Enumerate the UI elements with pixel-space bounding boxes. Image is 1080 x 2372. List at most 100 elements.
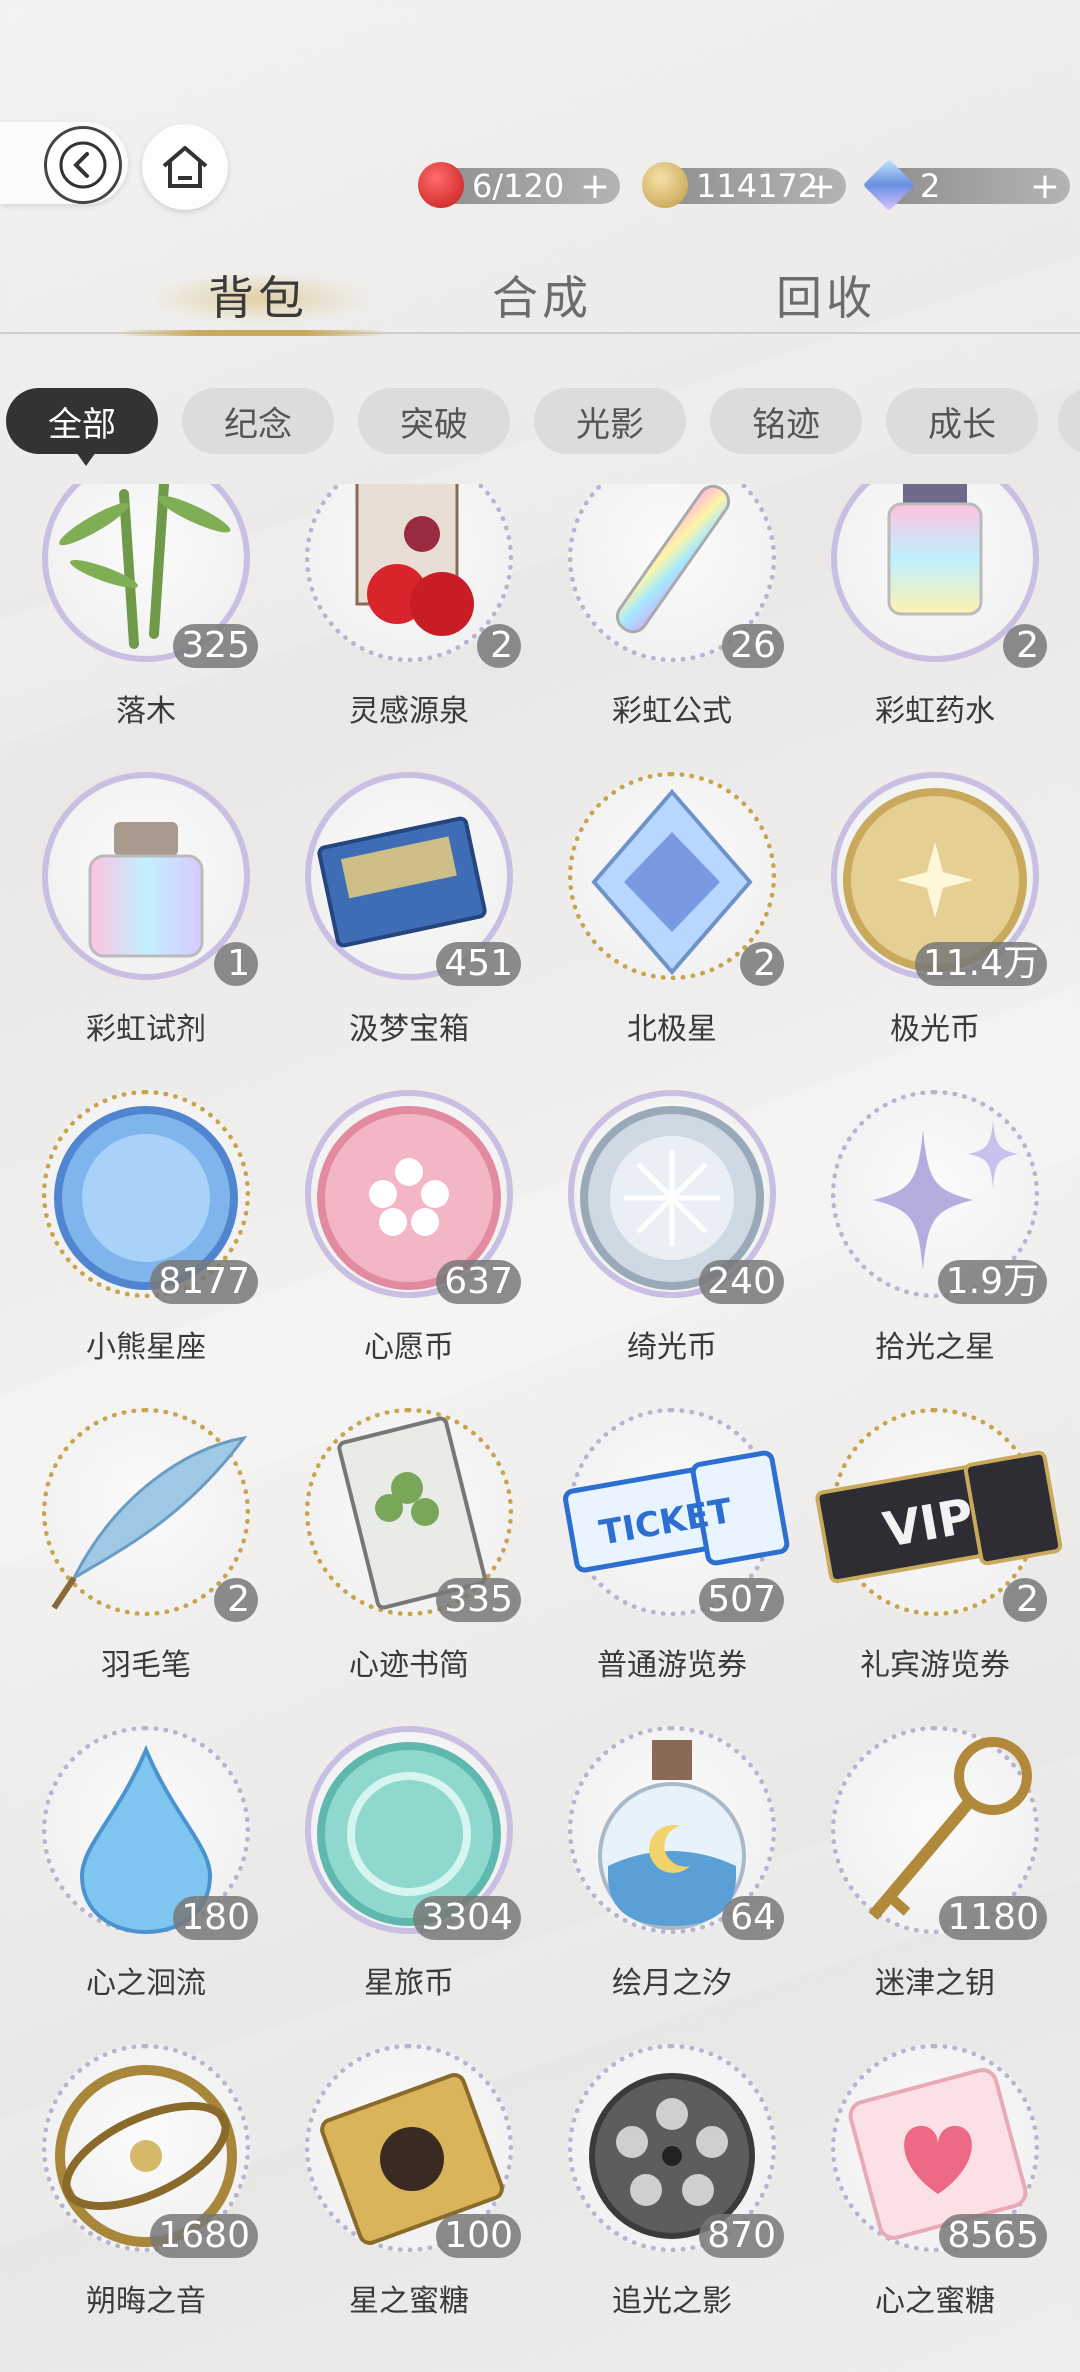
resource-diamonds: 2 + <box>862 158 1070 212</box>
item-name: 普通游览券 <box>597 1648 747 1683</box>
tab-synthesis[interactable]: 合成 <box>492 262 592 328</box>
item-name: 礼宾游览券 <box>860 1648 1010 1683</box>
resource-value: 6/120 <box>472 167 565 205</box>
item-name: 心之蜜糖 <box>875 2284 995 2319</box>
item-count: 8177 <box>150 1260 258 1304</box>
item-count: 1 <box>214 942 258 986</box>
item-count: 11.4万 <box>914 942 1047 986</box>
tab-backpack[interactable]: 背包 <box>208 262 308 328</box>
item-name: 拾光之星 <box>875 1330 995 1365</box>
item-count: 180 <box>173 1896 258 1940</box>
inventory-item[interactable]: 2 彩虹药水 <box>803 484 1067 774</box>
home-icon <box>162 146 208 188</box>
item-name: 落木 <box>116 694 176 729</box>
add-coins-button[interactable]: + <box>806 166 836 207</box>
inventory-item[interactable]: 11.4万极光币 <box>803 772 1067 1092</box>
filter-pointer <box>76 452 96 466</box>
gold-coin-icon <box>642 162 688 208</box>
inventory-item[interactable]: 637 心愿币 <box>277 1090 541 1410</box>
item-count: 2 <box>477 624 521 668</box>
item-name: 汲梦宝箱 <box>349 1012 469 1047</box>
back-arrow-icon <box>59 141 107 189</box>
item-name: 追光之影 <box>612 2284 732 2319</box>
back-button[interactable] <box>44 126 122 204</box>
diamond-icon <box>862 158 916 212</box>
inventory-item[interactable]: 100 星之蜜糖 <box>277 2044 541 2364</box>
resource-stamina: 6/120 + <box>418 162 620 208</box>
item-count: 325 <box>173 624 258 668</box>
inventory-item[interactable]: 8177 小熊星座 <box>14 1090 278 1410</box>
resource-coins: 114172 + <box>642 162 846 208</box>
add-stamina-button[interactable]: + <box>580 166 610 207</box>
inventory-item[interactable]: 3304 星旅币 <box>277 1726 541 2046</box>
item-count: 2 <box>740 942 784 986</box>
item-count: 240 <box>699 1260 784 1304</box>
filter-all[interactable]: 全部 <box>6 388 158 454</box>
inventory-item[interactable]: 2 灵感源泉 <box>277 484 541 774</box>
add-diamonds-button[interactable]: + <box>1030 166 1060 207</box>
item-name: 星旅币 <box>364 1966 454 2001</box>
inventory-item[interactable]: 26 彩虹公式 <box>540 484 804 774</box>
inventory-item[interactable]: 1 彩虹试剂 <box>14 772 278 1092</box>
filter-growth[interactable]: 成长 <box>886 388 1038 454</box>
item-name: 绘月之汐 <box>612 1966 732 2001</box>
inventory-item[interactable]: 870 追光之影 <box>540 2044 804 2364</box>
inventory-item[interactable]: 180 心之洄流 <box>14 1726 278 2046</box>
item-count: 64 <box>722 1896 784 1940</box>
inventory-item[interactable]: 2 北极星 <box>540 772 804 1092</box>
item-count: 507 <box>699 1578 784 1622</box>
item-count: 3304 <box>413 1896 521 1940</box>
item-name: 小熊星座 <box>86 1330 206 1365</box>
item-name: 心愿币 <box>364 1330 454 1365</box>
item-count: 1680 <box>150 2214 258 2258</box>
inventory-item[interactable]: VIP 2 礼宾游览券 <box>803 1408 1067 1728</box>
item-count: 1180 <box>939 1896 1047 1940</box>
item-count: 2 <box>1003 1578 1047 1622</box>
resource-value: 114172 <box>696 167 819 205</box>
inventory-item[interactable]: 335 心迹书简 <box>277 1408 541 1728</box>
item-count: 637 <box>436 1260 521 1304</box>
item-name: 彩虹试剂 <box>86 1012 206 1047</box>
item-name: 极光币 <box>890 1012 980 1047</box>
item-name: 灵感源泉 <box>349 694 469 729</box>
item-count: 870 <box>699 2214 784 2258</box>
inventory-item[interactable]: 64 绘月之汐 <box>540 1726 804 2046</box>
tab-recycle[interactable]: 回收 <box>776 262 876 328</box>
item-name: 心迹书简 <box>349 1648 469 1683</box>
inventory-item[interactable]: 1680 朔晦之音 <box>14 2044 278 2364</box>
item-count: 26 <box>722 624 784 668</box>
inventory-item[interactable]: 451 汲梦宝箱 <box>277 772 541 1092</box>
item-grid: 325 落木 2 灵感源泉 26 彩虹公式 2 彩虹药水 1 彩虹试剂 451 汲梦宝箱 2 北极星 11.… <box>0 484 1080 2372</box>
filter-inscription[interactable]: 铭迹 <box>710 388 862 454</box>
item-count: 8565 <box>939 2214 1047 2258</box>
item-name: 彩虹药水 <box>875 694 995 729</box>
item-name: 羽毛笔 <box>101 1648 191 1683</box>
inventory-item[interactable]: 1.9万拾光之星 <box>803 1090 1067 1410</box>
resource-value: 2 <box>920 167 941 205</box>
filter-commemorate[interactable]: 纪念 <box>182 388 334 454</box>
item-name: 心之洄流 <box>86 1966 206 2001</box>
filter-breakthrough[interactable]: 突破 <box>358 388 510 454</box>
home-button[interactable] <box>142 124 228 210</box>
apple-icon <box>418 162 464 208</box>
item-name: 星之蜜糖 <box>349 2284 469 2319</box>
item-name: 朔晦之音 <box>86 2284 206 2319</box>
inventory-item[interactable]: TICKET 507 普通游览券 <box>540 1408 804 1728</box>
item-count: 1.9万 <box>937 1260 1047 1304</box>
item-name: 迷津之钥 <box>875 1966 995 2001</box>
item-count: 2 <box>1003 624 1047 668</box>
inventory-item[interactable]: 2 羽毛笔 <box>14 1408 278 1728</box>
item-count: 451 <box>436 942 521 986</box>
item-name: 绮光币 <box>627 1330 717 1365</box>
active-tab-indicator <box>118 330 388 336</box>
filter-more[interactable] <box>1058 388 1080 454</box>
item-name: 彩虹公式 <box>612 694 732 729</box>
inventory-item[interactable]: 8565 心之蜜糖 <box>803 2044 1067 2364</box>
inventory-item[interactable]: 1180 迷津之钥 <box>803 1726 1067 2046</box>
item-count: 2 <box>214 1578 258 1622</box>
item-count: 335 <box>436 1578 521 1622</box>
filter-light-shadow[interactable]: 光影 <box>534 388 686 454</box>
inventory-item[interactable]: 240 绮光币 <box>540 1090 804 1410</box>
inventory-item[interactable]: 325 落木 <box>14 484 278 774</box>
item-name: 北极星 <box>627 1012 717 1047</box>
